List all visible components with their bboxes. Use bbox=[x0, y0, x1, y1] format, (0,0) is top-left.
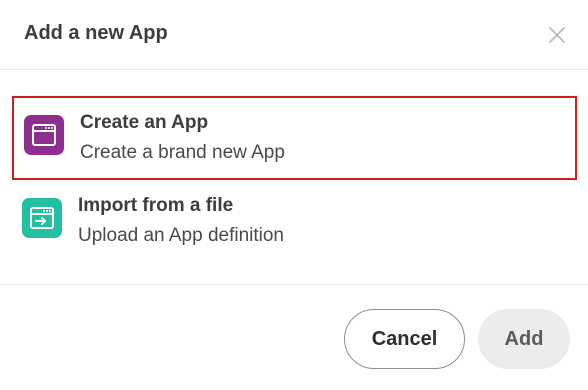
import-window-icon bbox=[22, 198, 62, 238]
option-description: Create a brand new App bbox=[80, 142, 285, 163]
option-import-file[interactable]: Import from a file Upload an App definit… bbox=[12, 181, 577, 265]
footer-divider bbox=[0, 284, 588, 285]
close-icon bbox=[549, 27, 565, 43]
dialog-header: Add a new App bbox=[0, 0, 588, 70]
cancel-button[interactable]: Cancel bbox=[344, 309, 465, 369]
option-create-app[interactable]: Create an App Create a brand new App bbox=[12, 96, 577, 180]
option-title: Create an App bbox=[80, 112, 209, 133]
add-button[interactable]: Add bbox=[478, 309, 570, 369]
window-icon bbox=[24, 115, 64, 155]
option-title: Import from a file bbox=[78, 195, 234, 216]
close-button[interactable] bbox=[544, 22, 570, 48]
dialog-title: Add a new App bbox=[24, 22, 168, 44]
add-app-dialog: Add a new App Create an App Create a bra… bbox=[0, 0, 588, 390]
option-description: Upload an App definition bbox=[78, 225, 284, 246]
